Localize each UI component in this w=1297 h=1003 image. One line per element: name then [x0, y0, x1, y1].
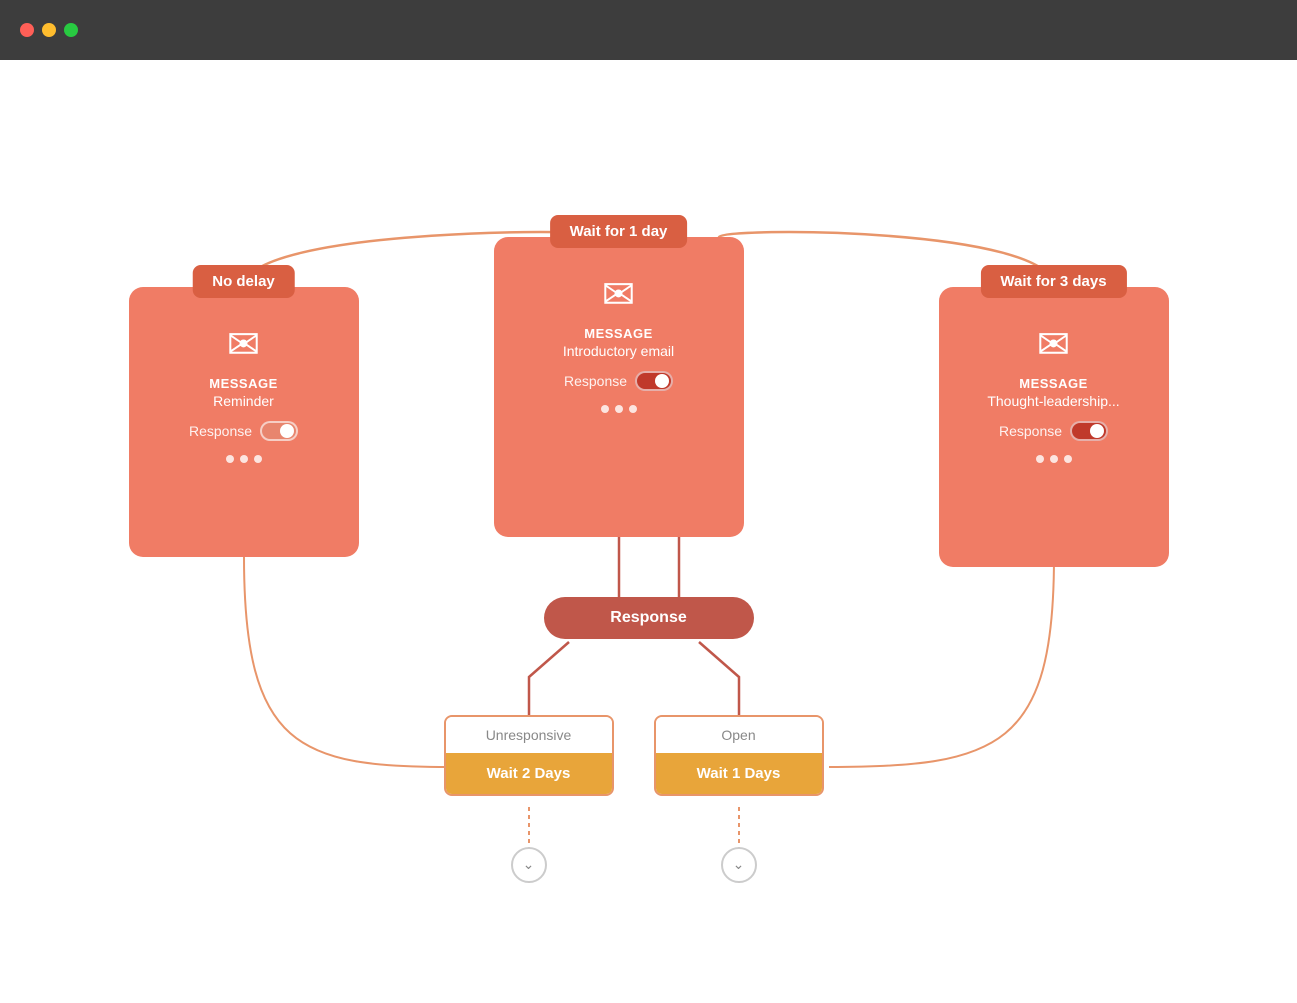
center-card[interactable]: Wait for 1 day ✉ MESSAGE Introductory em…	[494, 237, 744, 537]
minimize-button[interactable]	[42, 23, 56, 37]
center-envelope-icon: ✉	[514, 272, 724, 318]
right-envelope-icon: ✉	[959, 322, 1149, 368]
left-toggle[interactable]	[260, 421, 298, 441]
left-card-type: MESSAGE	[149, 376, 339, 391]
branch-body-left: Wait 2 Days	[446, 753, 612, 794]
branch-card-left[interactable]: Unresponsive Wait 2 Days	[444, 715, 614, 796]
left-card-name: Reminder	[149, 393, 339, 409]
branch-header-left: Unresponsive	[446, 717, 612, 753]
close-button[interactable]	[20, 23, 34, 37]
center-dots	[514, 405, 724, 413]
dot-5	[615, 405, 623, 413]
maximize-button[interactable]	[64, 23, 78, 37]
center-card-header: Wait for 1 day	[550, 215, 688, 248]
branch-body-right: Wait 1 Days	[656, 753, 822, 794]
right-card-header: Wait for 3 days	[980, 265, 1126, 298]
center-response-row: Response	[514, 371, 724, 391]
dot-8	[1050, 455, 1058, 463]
dot-4	[601, 405, 609, 413]
dot-1	[226, 455, 234, 463]
left-envelope-icon: ✉	[149, 322, 339, 368]
left-card[interactable]: No delay ✉ MESSAGE Reminder Response	[129, 287, 359, 557]
dot-9	[1064, 455, 1072, 463]
titlebar	[0, 0, 1297, 60]
right-card-name: Thought-leadership...	[959, 393, 1149, 409]
response-pill[interactable]: Response	[544, 597, 754, 639]
branch-header-right: Open	[656, 717, 822, 753]
right-card-type: MESSAGE	[959, 376, 1149, 391]
flow-container: No delay ✉ MESSAGE Reminder Response Wai…	[99, 167, 1199, 917]
dot-7	[1036, 455, 1044, 463]
right-response-row: Response	[959, 421, 1149, 441]
left-card-header: No delay	[192, 265, 295, 298]
center-toggle[interactable]	[635, 371, 673, 391]
right-response-label: Response	[999, 423, 1062, 439]
left-dots	[149, 455, 339, 463]
center-card-name: Introductory email	[514, 343, 724, 359]
right-toggle[interactable]	[1070, 421, 1108, 441]
chevron-down-icon-2: ⌄	[733, 856, 745, 873]
center-card-type: MESSAGE	[514, 326, 724, 341]
dot-3	[254, 455, 262, 463]
dot-2	[240, 455, 248, 463]
left-response-label: Response	[189, 423, 252, 439]
chevron-down-icon: ⌄	[523, 856, 535, 873]
chevron-right[interactable]: ⌄	[721, 847, 757, 883]
left-response-row: Response	[149, 421, 339, 441]
chevron-left[interactable]: ⌄	[511, 847, 547, 883]
dot-6	[629, 405, 637, 413]
right-card[interactable]: Wait for 3 days ✉ MESSAGE Thought-leader…	[939, 287, 1169, 567]
right-dots	[959, 455, 1149, 463]
center-response-label: Response	[564, 373, 627, 389]
branch-card-right[interactable]: Open Wait 1 Days	[654, 715, 824, 796]
canvas: No delay ✉ MESSAGE Reminder Response Wai…	[0, 60, 1297, 1003]
